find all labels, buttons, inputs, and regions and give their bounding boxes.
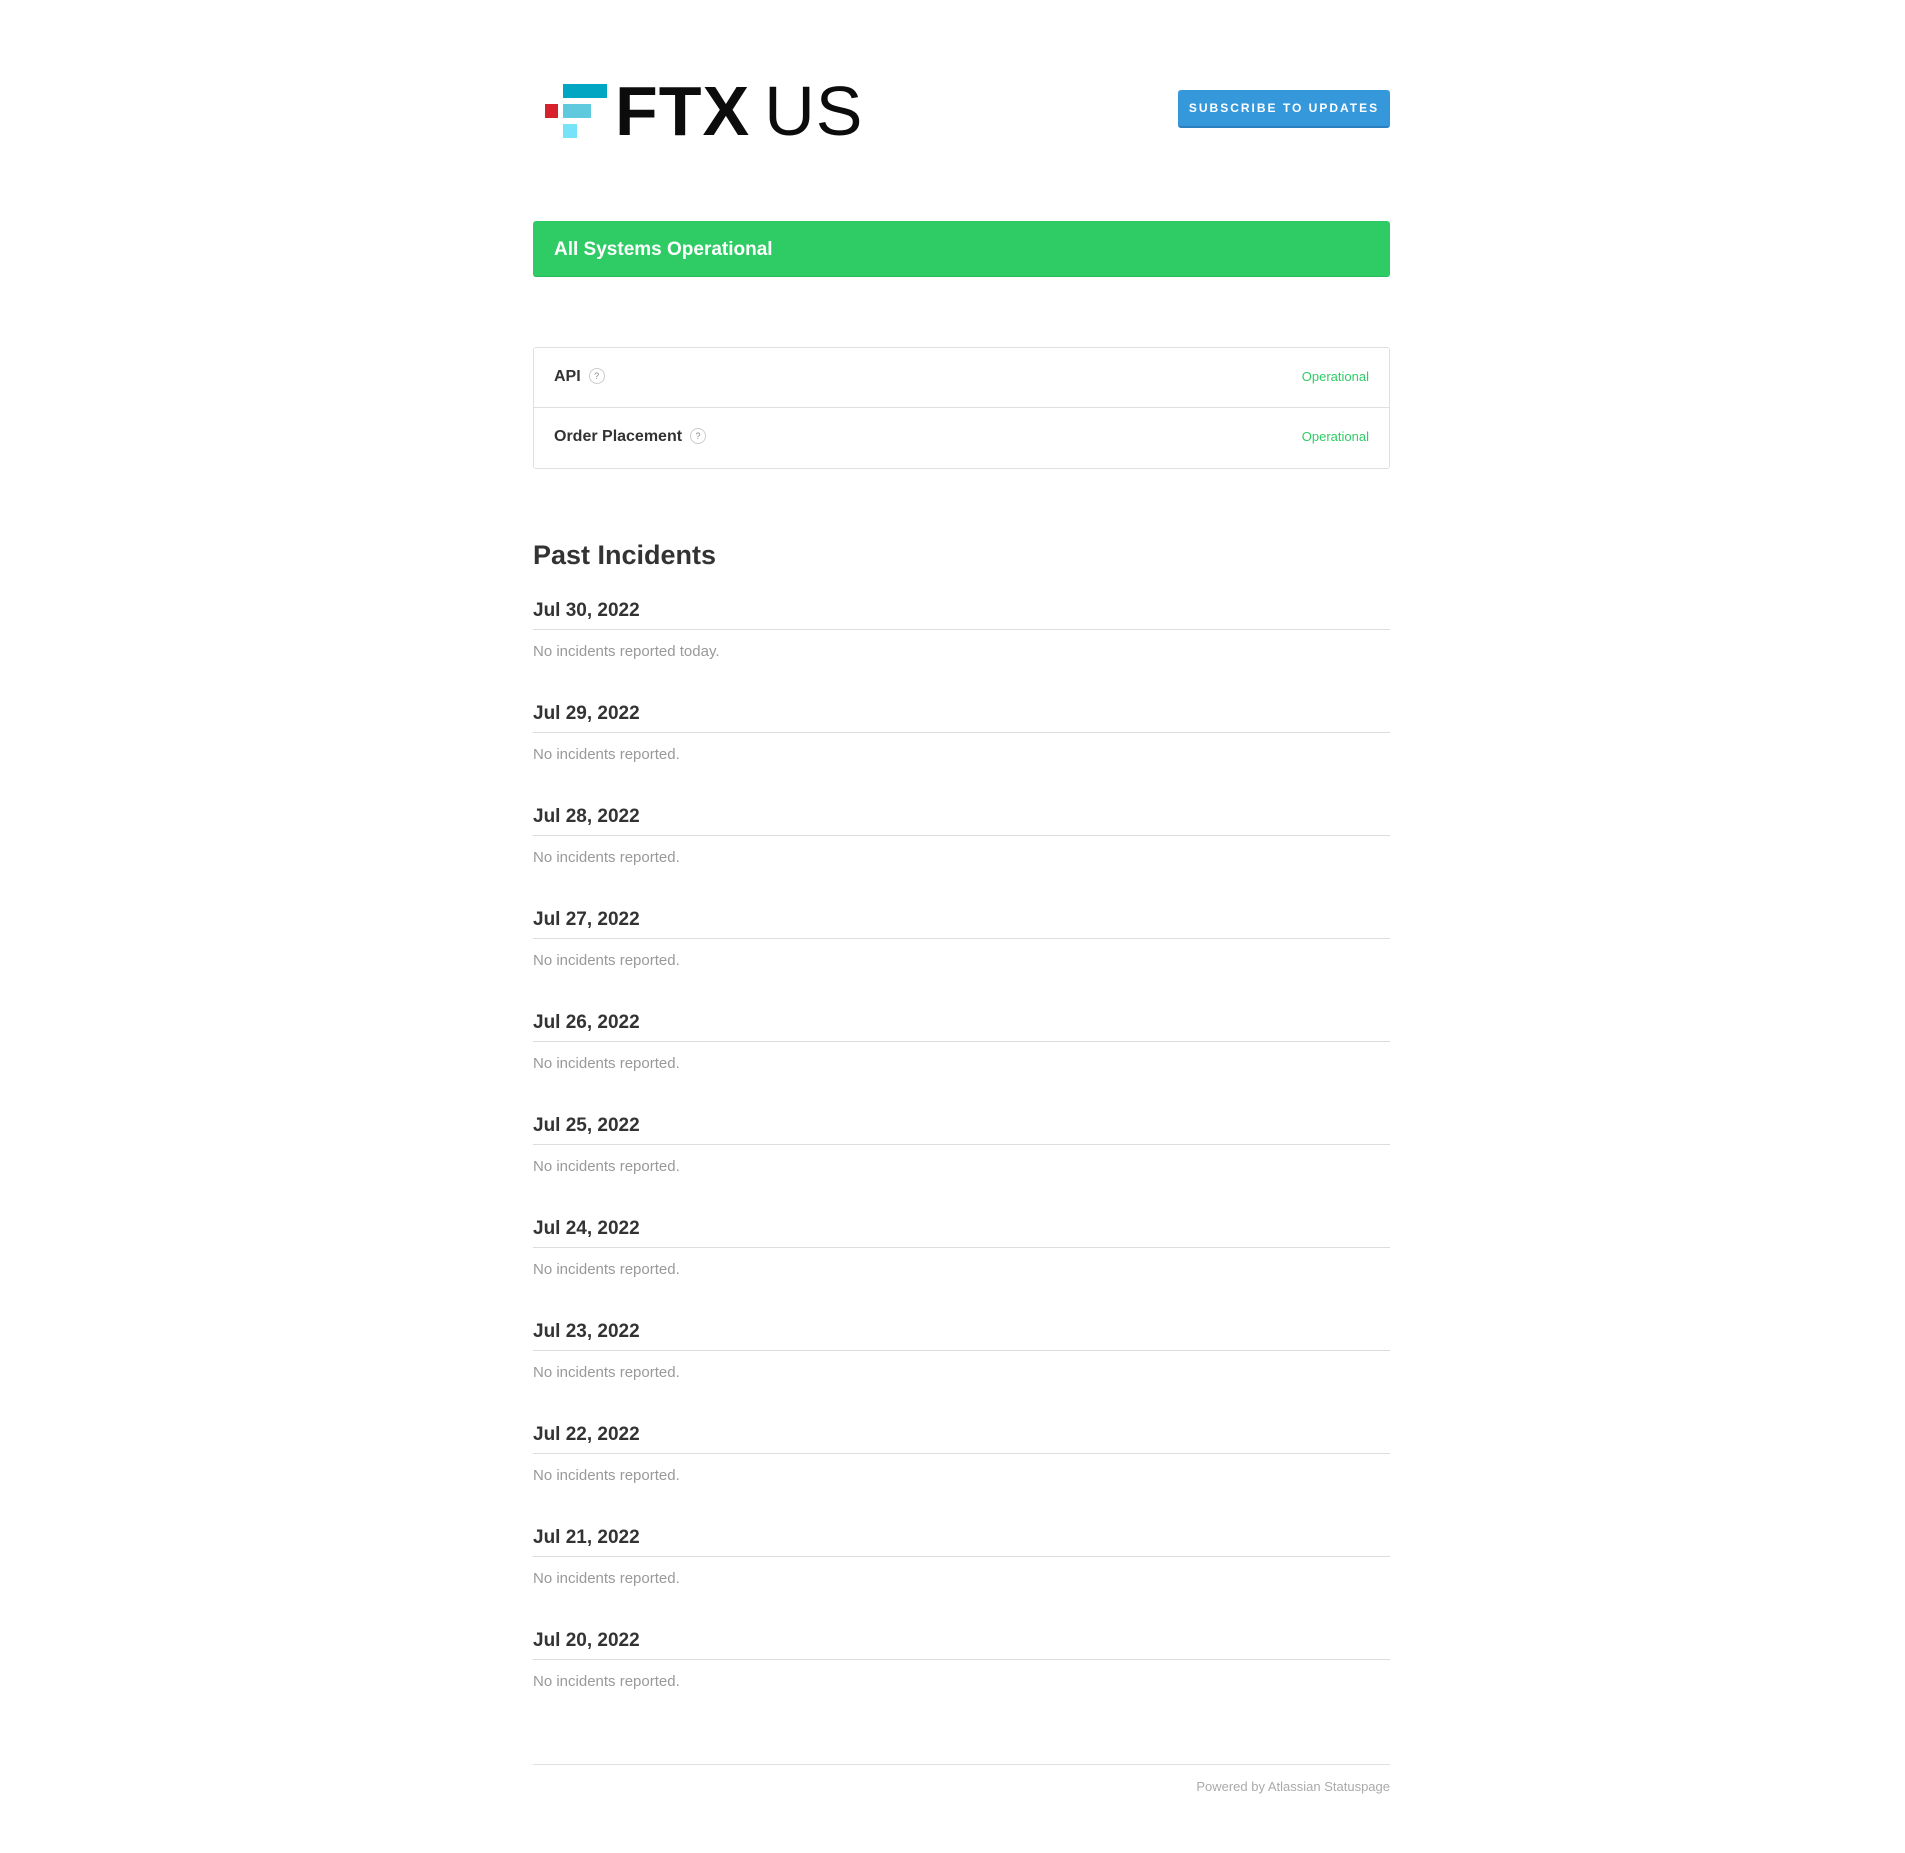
incident-day: Jul 20, 2022 No incidents reported. [533,1628,1390,1731]
incident-day-date: Jul 23, 2022 [533,1321,640,1342]
ftx-us-logo[interactable]: FTX US [545,74,865,148]
incident-day-message: No incidents reported today. [533,643,720,660]
divider [533,629,1390,630]
incident-day-date: Jul 28, 2022 [533,806,640,827]
footer-divider [533,1764,1390,1765]
subscribe-button[interactable]: SUBSCRIBE TO UPDATES [1178,90,1390,128]
incident-day-date: Jul 26, 2022 [533,1012,640,1033]
component-row-order-placement: Order Placement? Operational [534,408,1389,468]
incident-day-date: Jul 30, 2022 [533,600,640,621]
incident-day-date: Jul 21, 2022 [533,1527,640,1548]
incident-day-message: No incidents reported. [533,1261,680,1278]
logo-bar-middle [563,104,591,118]
incident-day: Jul 30, 2022 No incidents reported today… [533,598,1390,701]
past-incidents-title: Past Incidents [533,540,717,570]
page-container: FTX US SUBSCRIBE TO UPDATES All Systems O… [533,0,1390,1794]
incident-day-message: No incidents reported. [533,1158,680,1175]
incident-day-message: No incidents reported. [533,1570,680,1587]
incident-day: Jul 24, 2022 No incidents reported. [533,1216,1390,1319]
logo-wordmark: FTX US [615,74,863,148]
divider [533,1659,1390,1660]
divider [533,1556,1390,1557]
incident-day: Jul 22, 2022 No incidents reported. [533,1422,1390,1525]
incident-day-message: No incidents reported. [533,1467,680,1484]
components-list: API? Operational Order Placement? Operat… [533,347,1390,469]
divider [533,938,1390,939]
divider [533,1041,1390,1042]
divider [533,1453,1390,1454]
component-status: Operational [1301,429,1369,444]
incident-day: Jul 28, 2022 No incidents reported. [533,804,1390,907]
incident-day-message: No incidents reported. [533,952,680,969]
incident-day-date: Jul 25, 2022 [533,1115,640,1136]
incident-day: Jul 25, 2022 No incidents reported. [533,1113,1390,1216]
component-name: Order Placement? [554,428,707,446]
component-name: API? [554,368,605,386]
help-icon[interactable]: ? [588,368,605,384]
divider [533,1144,1390,1145]
incident-day: Jul 26, 2022 No incidents reported. [533,1010,1390,1113]
logo-square-bottom [563,124,577,138]
incident-day: Jul 27, 2022 No incidents reported. [533,907,1390,1010]
component-name-label: API [554,368,581,385]
incident-day-date: Jul 22, 2022 [533,1424,640,1445]
logo-text-ftx: FTX [615,72,751,150]
ftx-logo-mark-icon [545,84,607,138]
incident-day: Jul 29, 2022 No incidents reported. [533,701,1390,804]
divider [533,1350,1390,1351]
powered-by-link[interactable]: Powered by Atlassian Statuspage [1196,1779,1390,1794]
incident-day-message: No incidents reported. [533,849,680,866]
divider [533,1247,1390,1248]
help-icon[interactable]: ? [690,428,707,444]
incident-day-message: No incidents reported. [533,746,680,763]
page-header: FTX US SUBSCRIBE TO UPDATES [533,0,1390,220]
incident-day-message: No incidents reported. [533,1055,680,1072]
component-name-label: Order Placement [554,428,683,445]
divider [533,732,1390,733]
status-banner: All Systems Operational [533,221,1390,277]
incident-day-date: Jul 24, 2022 [533,1218,640,1239]
incident-days-list: Jul 30, 2022 No incidents reported today… [533,598,1390,1731]
incident-day-date: Jul 20, 2022 [533,1630,640,1651]
logo-text-us: US [764,72,864,150]
incident-day-message: No incidents reported. [533,1364,680,1381]
incident-day: Jul 21, 2022 No incidents reported. [533,1525,1390,1628]
divider [533,835,1390,836]
component-status: Operational [1301,369,1369,384]
incident-day-date: Jul 27, 2022 [533,909,640,930]
incident-day: Jul 23, 2022 No incidents reported. [533,1319,1390,1422]
logo-square-red [545,104,558,118]
incident-day-date: Jul 29, 2022 [533,703,640,724]
component-row-api: API? Operational [534,348,1389,408]
logo-bar-top [563,84,607,98]
incident-day-message: No incidents reported. [533,1673,680,1690]
